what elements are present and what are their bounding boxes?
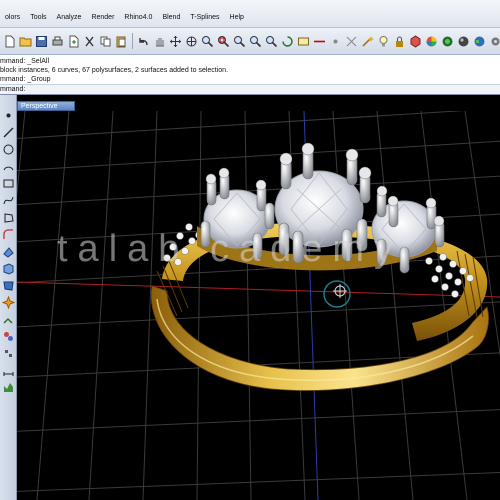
new-file-icon[interactable]	[2, 34, 17, 49]
command-history-line: block instances, 6 curves, 67 polysurfac…	[0, 67, 229, 74]
command-prompt[interactable]: mmand:	[0, 85, 500, 95]
viewport-scene	[17, 111, 500, 500]
join-icon[interactable]	[2, 313, 15, 326]
viewport-title-tab[interactable]: Perspective	[17, 101, 75, 111]
zoom-extents-icon[interactable]	[248, 34, 263, 49]
mesh-icon[interactable]	[2, 279, 15, 292]
render-preview-icon[interactable]	[440, 34, 455, 49]
paste-icon[interactable]	[114, 34, 129, 49]
menu-item-render[interactable]: Render	[86, 14, 119, 27]
grid-icon[interactable]	[328, 34, 343, 49]
save-icon[interactable]	[34, 34, 49, 49]
print-icon[interactable]	[50, 34, 65, 49]
arc-icon[interactable]	[2, 160, 15, 173]
zoom-window-icon[interactable]	[216, 34, 231, 49]
polygon-icon[interactable]	[2, 211, 15, 224]
gumball-cursor-icon	[323, 280, 351, 308]
dimension-icon[interactable]	[2, 364, 15, 377]
menu-bar: olors Tools Analyze Render Rhino4.0 Blen…	[0, 0, 500, 28]
rotate-view-icon[interactable]	[184, 34, 199, 49]
orbit-icon[interactable]	[280, 34, 295, 49]
command-history-line: mmand: _Group	[0, 76, 51, 83]
watermark-text: talab cademy	[57, 228, 404, 270]
curve-icon[interactable]	[2, 194, 15, 207]
circle-icon[interactable]	[2, 143, 15, 156]
undo-icon[interactable]	[136, 34, 151, 49]
open-folder-icon[interactable]	[18, 34, 33, 49]
zoom-icon[interactable]	[200, 34, 215, 49]
menu-item-rhino[interactable]: Rhino4.0	[119, 14, 157, 27]
settings-icon[interactable]	[488, 34, 500, 49]
left-tool-strip	[0, 95, 17, 500]
analyze-icon[interactable]	[2, 381, 15, 394]
globe-icon[interactable]	[472, 34, 487, 49]
named-view-icon[interactable]	[296, 34, 311, 49]
solid-icon[interactable]	[2, 262, 15, 275]
copy-icon[interactable]	[98, 34, 113, 49]
pan-hand-icon[interactable]	[152, 34, 167, 49]
menu-item-tsplines[interactable]: T-Splines	[185, 14, 224, 27]
toolbar-divider	[132, 33, 133, 49]
point-icon[interactable]	[2, 109, 15, 122]
color-wheel-icon[interactable]	[424, 34, 439, 49]
fillet-icon[interactable]	[2, 228, 15, 241]
main-toolbar	[0, 28, 500, 55]
lock-icon[interactable]	[392, 34, 407, 49]
sphere-icon[interactable]	[456, 34, 471, 49]
import-icon[interactable]	[66, 34, 81, 49]
command-history-line: mmand: _SelAll	[0, 58, 50, 65]
cplane-icon[interactable]	[312, 34, 327, 49]
menu-item-tools[interactable]: Tools	[25, 14, 51, 27]
x-axis-line	[17, 281, 500, 298]
menu-item-blend[interactable]: Blend	[157, 14, 185, 27]
cut-icon[interactable]	[82, 34, 97, 49]
command-history: mmand: _SelAll block instances, 6 curves…	[0, 55, 500, 85]
light-bulb-icon[interactable]	[376, 34, 391, 49]
zoom-selected-icon[interactable]	[232, 34, 247, 49]
rectangle-icon[interactable]	[2, 177, 15, 190]
menu-item-help[interactable]: Help	[225, 14, 249, 27]
array-icon[interactable]	[2, 347, 15, 360]
perspective-viewport[interactable]	[17, 111, 500, 500]
magic-icon[interactable]	[360, 34, 375, 49]
viewport-grid	[17, 111, 500, 500]
menu-item-analyze[interactable]: Analyze	[52, 14, 87, 27]
render-material-icon[interactable]	[408, 34, 423, 49]
snap-icon[interactable]	[344, 34, 359, 49]
menu-item-colors[interactable]: olors	[0, 14, 25, 27]
explode-icon[interactable]	[1, 296, 15, 309]
move-icon[interactable]	[168, 34, 183, 49]
surface-icon[interactable]	[2, 245, 15, 258]
transform-icon[interactable]	[2, 330, 15, 343]
line-icon[interactable]	[2, 126, 15, 139]
zoom-target-icon[interactable]	[264, 34, 279, 49]
